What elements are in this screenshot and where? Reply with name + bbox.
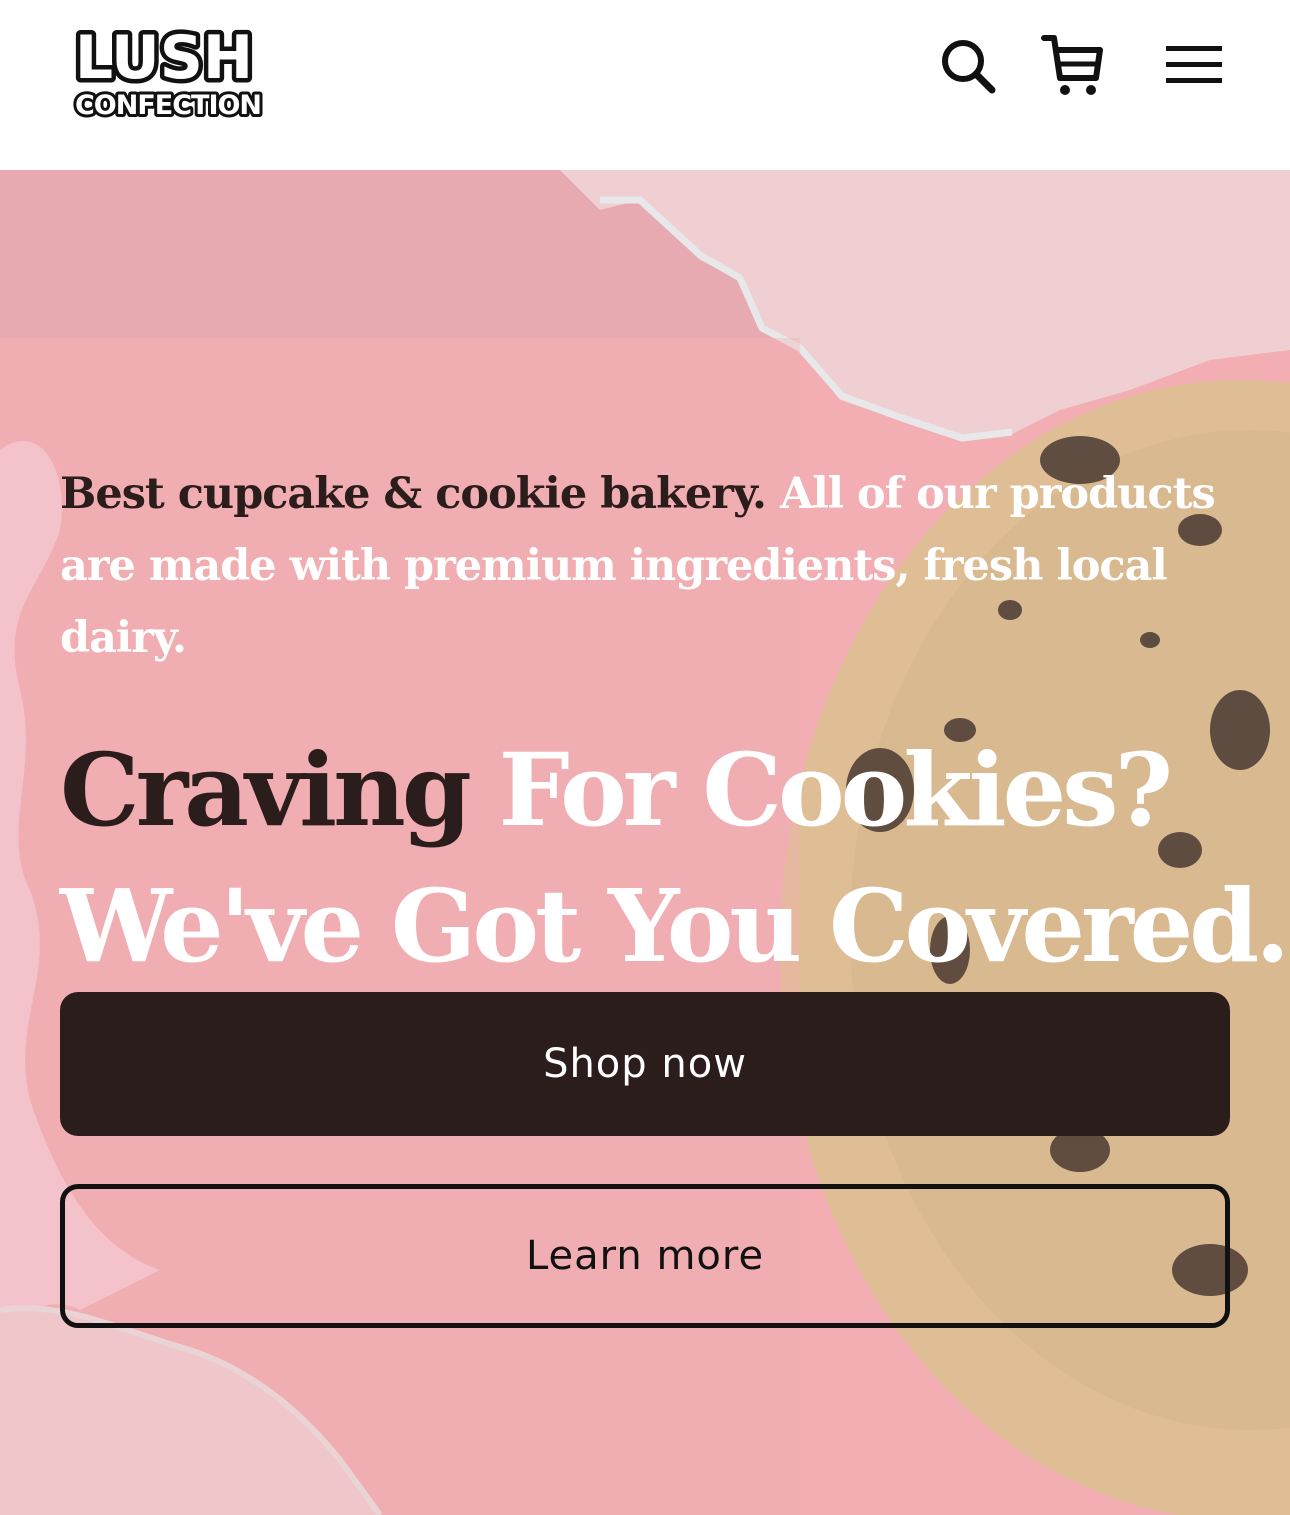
menu-button[interactable] [1164, 44, 1224, 86]
hero-banner: Best cupcake & cookie bakery. All of our… [0, 170, 1290, 1515]
headline-line-1: For Cookies? [498, 731, 1174, 849]
site-header: LUSH CONFECTION [0, 0, 1290, 170]
headline-line-2: We've Got You Covered. [60, 867, 1290, 985]
search-button[interactable] [938, 36, 998, 96]
hero-tagline: Best cupcake & cookie bakery. All of our… [60, 458, 1240, 674]
learn-more-label: Learn more [525, 1233, 765, 1279]
search-icon [942, 40, 996, 94]
learn-more-button[interactable]: Learn more [60, 1184, 1230, 1328]
menu-icon [1166, 46, 1222, 83]
shop-now-button[interactable]: Shop now [60, 992, 1230, 1136]
headline-dark-word: Craving [60, 731, 472, 849]
hero-headline: Craving For Cookies? We've Got You Covere… [60, 722, 1290, 994]
brand-logo[interactable]: LUSH CONFECTION [60, 14, 276, 126]
cart-button[interactable] [1040, 32, 1104, 98]
hero-content: Best cupcake & cookie bakery. All of our… [60, 458, 1290, 994]
svg-text:CONFECTION: CONFECTION [75, 90, 261, 121]
tagline-highlight: Best cupcake & cookie bakery. [60, 469, 767, 519]
cart-icon [1041, 35, 1103, 95]
svg-text:LUSH: LUSH [75, 23, 253, 93]
shop-now-label: Shop now [543, 1041, 747, 1087]
